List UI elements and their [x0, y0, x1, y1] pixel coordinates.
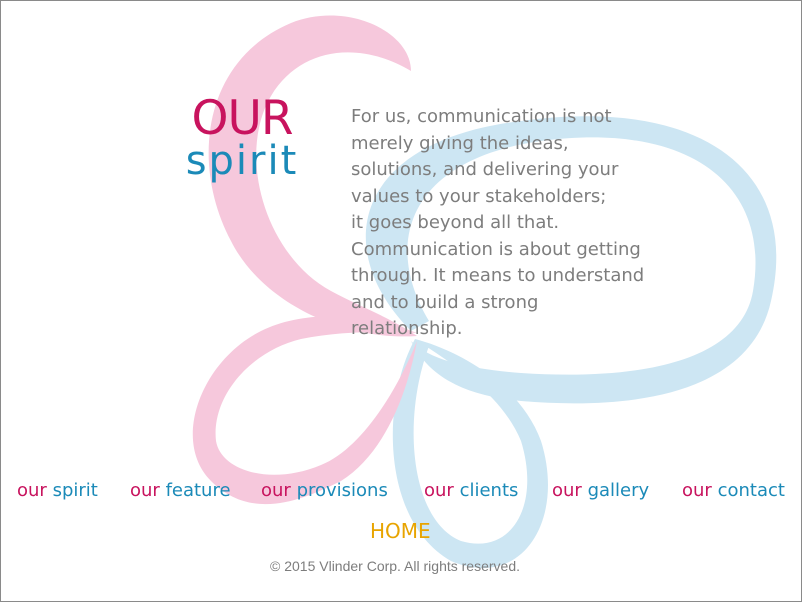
nav-our-clients[interactable]: our clients	[424, 479, 518, 503]
nav-our-contact[interactable]: our contact	[682, 479, 785, 503]
our-spirit-logo: OUR spirit	[167, 93, 317, 184]
nav-our-spirit[interactable]: our spirit	[17, 479, 98, 503]
nav-our-spirit-label: spirit	[52, 480, 98, 501]
nav-our-feature-prefix: our	[130, 480, 160, 501]
nav-our-feature[interactable]: our feature	[130, 479, 231, 503]
page-frame: OUR spirit For us, communication is not …	[0, 0, 802, 602]
home-link[interactable]: HOME	[370, 519, 431, 543]
nav-our-clients-label: clients	[459, 480, 519, 501]
nav-our-contact-prefix: our	[682, 480, 712, 501]
nav-our-gallery-label: gallery	[587, 480, 650, 501]
nav-our-gallery-prefix: our	[552, 480, 582, 501]
nav-our-provisions[interactable]: our provisions	[261, 479, 388, 503]
copyright-text: © 2015 Vlinder Corp. All rights reserved…	[270, 558, 520, 574]
nav-our-feature-label: feature	[165, 480, 231, 501]
logo-spirit-text: spirit	[185, 138, 299, 184]
nav-our-spirit-prefix: our	[17, 480, 47, 501]
nav-our-gallery[interactable]: our gallery	[552, 479, 649, 503]
nav-our-clients-prefix: our	[424, 480, 454, 501]
pink-ribbon-lower-loop	[192, 316, 417, 505]
intro-paragraph: For us, communication is not merely givi…	[351, 106, 645, 339]
nav-our-provisions-label: provisions	[296, 480, 388, 501]
nav-our-contact-label: contact	[717, 480, 785, 501]
nav-our-provisions-prefix: our	[261, 480, 291, 501]
